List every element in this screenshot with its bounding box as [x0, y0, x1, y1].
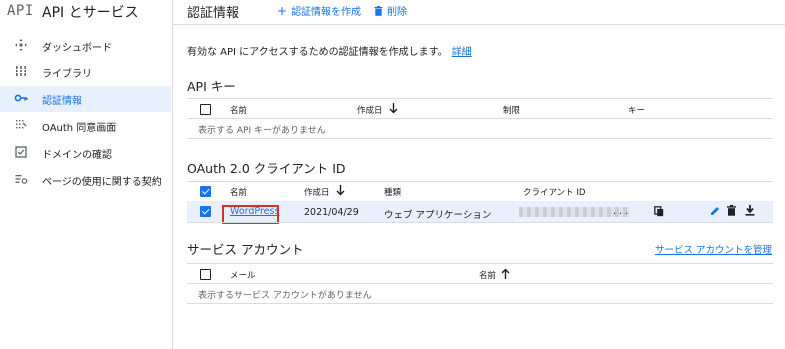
- divider: [187, 303, 773, 304]
- service-accounts-title: サービス アカウント: [187, 242, 304, 257]
- oauth-title: OAuth 2.0 クライアント ID: [187, 161, 346, 176]
- column-header-created[interactable]: 作成日: [357, 104, 383, 116]
- arrow-down-icon: [336, 185, 345, 196]
- download-icon[interactable]: [745, 205, 755, 216]
- create-credentials-label: 認証情報を作成: [291, 7, 362, 18]
- page-description: 有効な API にアクセスするための認証情報を作成します。 詳細: [187, 43, 472, 58]
- divider: [187, 138, 773, 139]
- oauth-select-all-checkbox[interactable]: [200, 186, 211, 197]
- arrow-up-icon: [501, 268, 510, 279]
- sidebar-item-label: ダッシュボード: [42, 43, 112, 54]
- edit-pencil-icon[interactable]: [710, 206, 720, 216]
- toolbar: 認証情報 + 認証情報を作成 削除: [173, 0, 785, 25]
- create-credentials-button[interactable]: + 認証情報を作成: [277, 3, 361, 18]
- sidebar-item-credentials[interactable]: 認証情報: [0, 86, 171, 112]
- divider: [187, 263, 773, 264]
- library-icon: [15, 66, 27, 76]
- checkbox-icon: [15, 146, 27, 158]
- column-header-restrictions: 制限: [503, 106, 521, 116]
- sidebar-item-label: ドメインの確認: [42, 150, 112, 161]
- sidebar-item-domain-verification[interactable]: ドメインの確認: [0, 140, 171, 166]
- column-header-name[interactable]: 名前: [230, 104, 247, 116]
- column-header-client-id: クライアント ID: [523, 188, 586, 198]
- learn-more-link[interactable]: 詳細: [452, 47, 472, 58]
- client-id-ellipsis: . . .: [613, 206, 629, 217]
- api-keys-empty-message: 表示する API キーがありません: [198, 126, 326, 136]
- api-keys-title: API キー: [187, 79, 236, 94]
- delete-trash-icon[interactable]: [727, 205, 736, 216]
- sidebar-item-label: 認証情報: [42, 96, 82, 107]
- column-header-email[interactable]: メール: [230, 269, 256, 281]
- description-text: 有効な API にアクセスするための認証情報を作成します。: [187, 47, 448, 58]
- column-header-type: 種類: [384, 188, 402, 198]
- copy-icon[interactable]: [654, 206, 664, 217]
- sidebar-item-oauth-consent[interactable]: OAuth 同意画面: [0, 113, 171, 139]
- settings-list-icon: [15, 175, 28, 184]
- api-keys-select-all-checkbox[interactable]: [200, 104, 211, 115]
- column-header-name[interactable]: 名前: [479, 269, 496, 281]
- sidebar-item-page-usage-agreements[interactable]: ページの使用に関する契約: [0, 167, 171, 193]
- arrow-down-icon: [389, 103, 398, 114]
- divider: [187, 181, 773, 182]
- page-title: 認証情報: [187, 6, 240, 21]
- delete-label: 削除: [387, 7, 407, 18]
- manage-service-accounts-link[interactable]: サービス アカウントを管理: [655, 242, 772, 256]
- oauth-consent-icon: [16, 120, 27, 129]
- client-type: ウェブ アプリケーション: [384, 210, 492, 221]
- divider: [187, 283, 773, 284]
- divider: [187, 118, 773, 119]
- sidebar-title: API とサービス: [42, 5, 139, 21]
- dashboard-icon: [15, 39, 27, 51]
- delete-button[interactable]: 削除: [374, 3, 407, 18]
- sidebar-item-label: ライブラリ: [42, 69, 92, 80]
- service-accounts-select-all-checkbox[interactable]: [200, 269, 211, 280]
- client-created-date: 2021/04/29: [304, 207, 359, 218]
- divider: [187, 222, 773, 223]
- sidebar-item-dashboard[interactable]: ダッシュボード: [0, 33, 171, 59]
- sidebar-item-label: ページの使用に関する契約: [42, 177, 162, 188]
- sidebar: API API とサービス ダッシュボード ライブラリ 認証情報 OAuth 同…: [0, 0, 173, 349]
- sidebar-item-library[interactable]: ライブラリ: [0, 59, 171, 85]
- sidebar-header: API API とサービス: [0, 0, 172, 24]
- service-accounts-empty-message: 表示するサービス アカウントがありません: [198, 291, 372, 301]
- sidebar-item-label: OAuth 同意画面: [42, 123, 117, 134]
- row-checkbox[interactable]: [200, 206, 211, 217]
- trash-icon: [374, 6, 383, 16]
- divider: [187, 98, 773, 99]
- column-header-created[interactable]: 作成日: [304, 186, 330, 198]
- key-icon: [14, 94, 28, 102]
- api-logo: API: [7, 3, 34, 19]
- plus-icon: +: [277, 4, 288, 18]
- column-header-key: キー: [628, 106, 646, 116]
- column-header-name[interactable]: 名前: [230, 186, 247, 198]
